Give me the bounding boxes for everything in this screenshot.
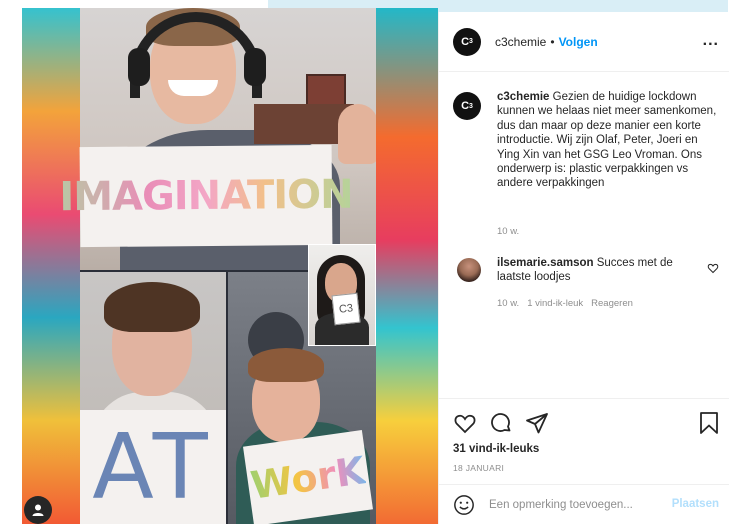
comment-button[interactable] xyxy=(489,411,513,435)
header-username[interactable]: c3chemie xyxy=(495,35,546,49)
sign-c3-text: C3 xyxy=(338,302,354,316)
participant-hair xyxy=(248,348,324,382)
post-side-panel: C3 c3chemie • Volgen ... C3 c3chemie Gez… xyxy=(438,12,729,524)
more-icon[interactable]: ... xyxy=(703,32,719,50)
caption-username[interactable]: c3chemie xyxy=(497,91,549,103)
heart-icon xyxy=(454,414,476,434)
participant-hand xyxy=(338,104,376,164)
comment-avatar[interactable] xyxy=(457,258,481,282)
background-paint-left xyxy=(22,8,82,524)
caption-timestamp[interactable]: 10 w. xyxy=(497,226,519,237)
comment-username[interactable]: ilsemarie.samson xyxy=(497,257,594,269)
save-button[interactable] xyxy=(697,411,721,435)
avatar-sup: 3 xyxy=(469,38,473,45)
account-avatar[interactable]: C3 xyxy=(453,27,481,56)
bookmark-icon xyxy=(700,412,718,434)
share-icon xyxy=(526,413,548,434)
like-button[interactable] xyxy=(453,411,477,435)
comment-input[interactable] xyxy=(489,498,669,511)
background-paint-right xyxy=(372,8,438,524)
post-date[interactable]: 18 JANUARI xyxy=(453,463,504,473)
user-icon[interactable] xyxy=(24,496,52,524)
comment-likes[interactable]: 1 vind-ik-leuk xyxy=(527,298,583,309)
headphone-left xyxy=(128,48,150,86)
participant-hair xyxy=(104,282,200,332)
avatar-letter: C xyxy=(461,35,470,48)
add-comment-box: Plaatsen xyxy=(439,484,729,524)
header-separator: • xyxy=(550,34,555,49)
comment-icon xyxy=(491,413,511,432)
sign-work: WorK xyxy=(243,430,373,524)
sign-at: AT xyxy=(80,410,226,524)
sign-imagination: IMAGINATION xyxy=(59,144,353,248)
caption-text: c3chemie Gezien de huidige lockdown kunn… xyxy=(497,90,719,191)
avatar-letter: C xyxy=(461,100,470,112)
post-header: C3 c3chemie • Volgen ... xyxy=(439,12,729,72)
emoji-icon[interactable] xyxy=(453,494,475,516)
post-comment-button[interactable]: Plaatsen xyxy=(672,498,719,510)
caption-body: Gezien de huidige lockdown kunnen we hel… xyxy=(497,91,717,190)
likes-count[interactable]: 31 vind-ik-leuks xyxy=(453,443,539,455)
sign-at-text: AT xyxy=(92,414,214,520)
sign-imagination-text: IMAGINATION xyxy=(59,171,353,221)
post-media[interactable]: IMAGINATION AT WorK C3 xyxy=(22,8,438,524)
sign-work-text: WorK xyxy=(248,448,368,508)
follow-button[interactable]: Volgen xyxy=(559,35,598,49)
headphone-right xyxy=(244,48,266,86)
comment-reply-button[interactable]: Reageren xyxy=(591,298,633,309)
comment-meta: 10 w. 1 vind-ik-leuk Reageren xyxy=(497,298,633,309)
comment-heart-icon[interactable] xyxy=(707,262,719,274)
caption-avatar[interactable]: C3 xyxy=(453,92,481,120)
user-icon-glyph xyxy=(32,504,44,516)
sign-c3: C3 xyxy=(331,292,361,326)
share-button[interactable] xyxy=(525,411,549,435)
avatar-sup: 3 xyxy=(469,102,473,110)
action-icons xyxy=(453,411,718,437)
comment-text: ilsemarie.samson Succes met de laatste l… xyxy=(497,256,689,285)
comment-timestamp[interactable]: 10 w. xyxy=(497,298,519,309)
